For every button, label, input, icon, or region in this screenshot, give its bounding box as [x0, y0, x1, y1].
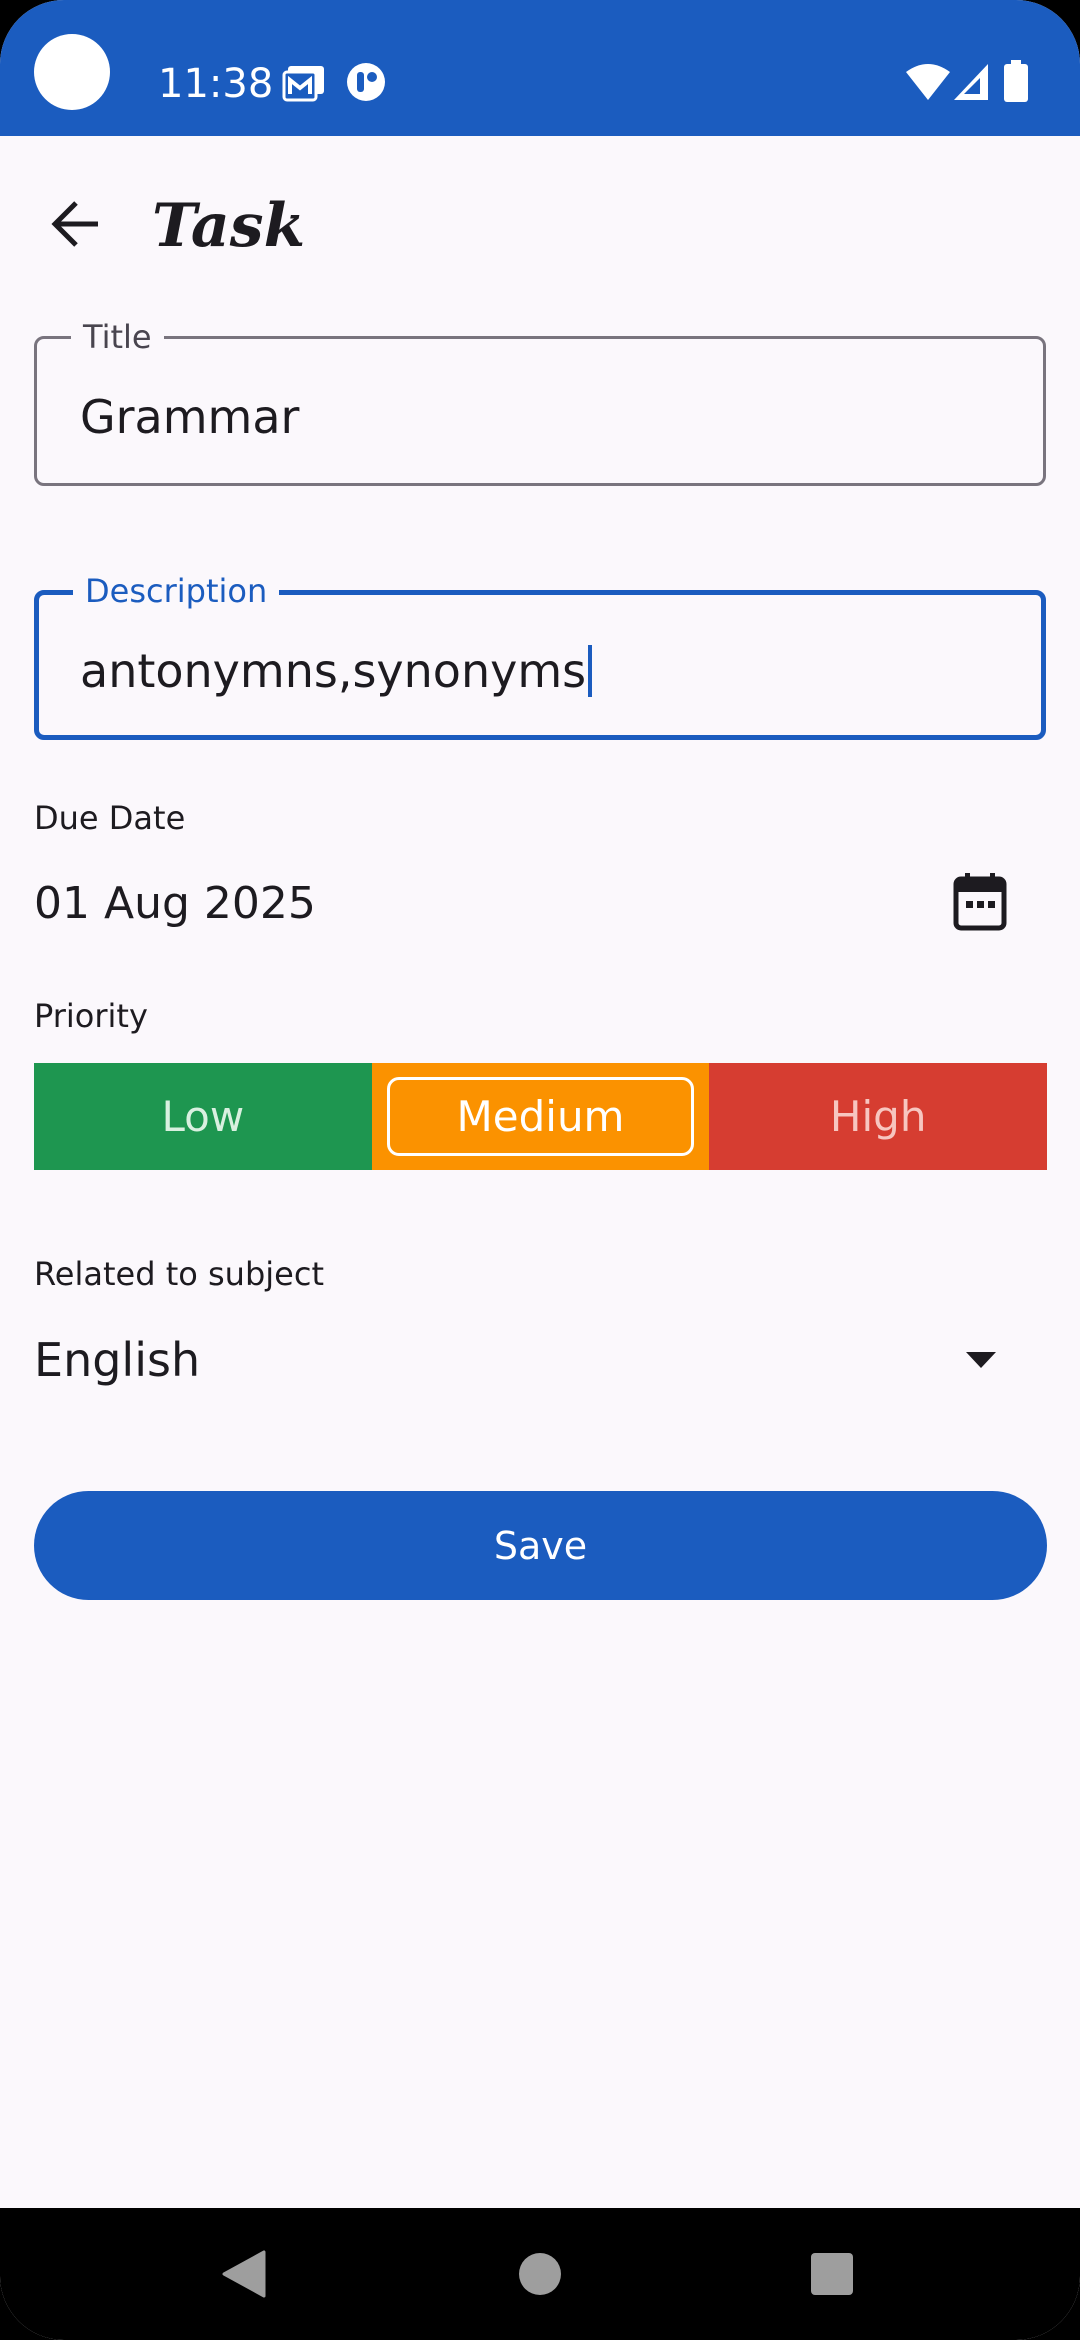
due-date-label: Due Date [34, 799, 186, 837]
priority-low-button[interactable]: Low [34, 1063, 372, 1170]
description-text: antonymns,synonyms [80, 644, 587, 698]
priority-medium-button[interactable]: Medium [371, 1063, 710, 1170]
back-triangle-icon [222, 2250, 266, 2298]
wifi-icon [906, 64, 950, 100]
gmail-icon [282, 66, 324, 102]
back-button[interactable] [30, 178, 122, 270]
nav-recents-button[interactable] [772, 2208, 892, 2340]
date-picker-button[interactable] [944, 866, 1016, 938]
priority-label: Priority [34, 997, 148, 1035]
text-cursor [588, 645, 593, 697]
due-date-value[interactable]: 01 Aug 2025 [34, 876, 316, 932]
subject-value: English [34, 1333, 201, 1387]
description-field[interactable]: Description antonymns,synonyms [34, 571, 1046, 740]
priority-high-label: High [829, 1092, 927, 1141]
status-time: 11:38 [158, 61, 274, 107]
navigation-bar [0, 2208, 1080, 2340]
description-field-label: Description [73, 571, 280, 611]
camera-cutout [34, 34, 110, 110]
title-field-label: Title [71, 317, 164, 357]
app-screen: 11:38 Task Title Grammar Description ant… [0, 0, 1080, 2340]
nav-back-button[interactable] [184, 2208, 304, 2340]
priority-low-label: Low [161, 1092, 245, 1141]
nav-home-button[interactable] [480, 2208, 600, 2340]
priority-selector: Low Medium High [34, 1063, 1048, 1170]
subject-label: Related to subject [34, 1255, 324, 1293]
description-field-value: antonymns,synonyms [80, 643, 593, 699]
status-bar: 11:38 [0, 0, 1080, 136]
top-app-bar: Task [0, 136, 1080, 312]
calendar-icon [953, 873, 1007, 931]
title-field[interactable]: Title Grammar [34, 317, 1046, 486]
signal-icon [954, 64, 988, 100]
dropdown-arrow-icon [966, 1352, 996, 1368]
page-title: Task [152, 191, 306, 261]
app-notification-icon [347, 63, 385, 101]
recents-square-icon [811, 2253, 853, 2295]
battery-icon [1004, 60, 1028, 102]
priority-high-button[interactable]: High [709, 1063, 1048, 1170]
priority-medium-label: Medium [456, 1092, 625, 1141]
subject-dropdown[interactable]: English [0, 1330, 1080, 1390]
title-field-value: Grammar [80, 390, 300, 444]
home-circle-icon [519, 2253, 561, 2295]
save-button[interactable]: Save [34, 1491, 1047, 1600]
arrow-back-icon [51, 201, 98, 247]
